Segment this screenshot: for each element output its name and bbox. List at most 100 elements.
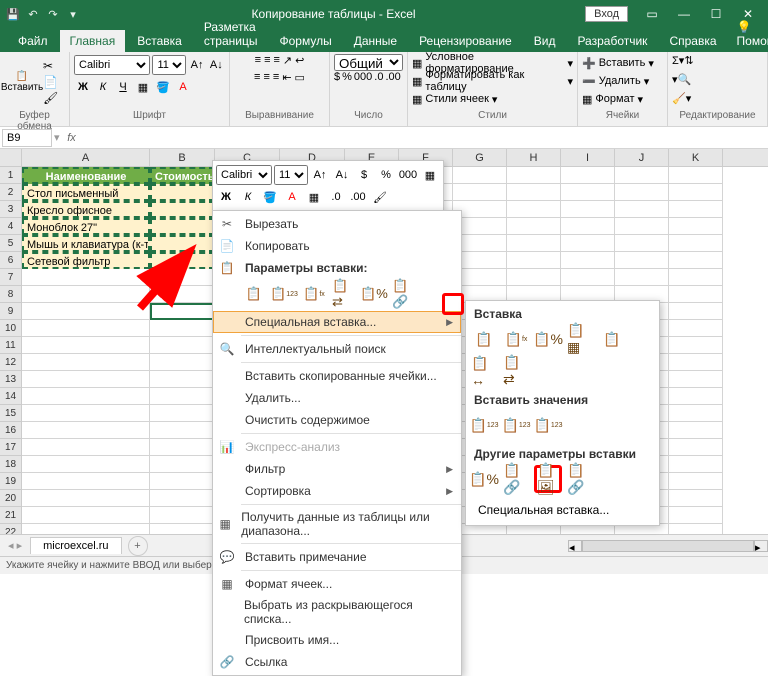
row-header[interactable]: 1	[0, 167, 22, 184]
paste-values-icon[interactable]: 📋123	[271, 281, 297, 307]
cell[interactable]	[561, 167, 615, 184]
cell[interactable]: Моноблок 27"	[22, 218, 150, 235]
font-name-select[interactable]: Calibri	[74, 55, 150, 75]
cell[interactable]	[150, 337, 215, 354]
tab-developer[interactable]: Разработчик	[567, 30, 657, 52]
decrease-decimal-icon[interactable]: .00	[385, 71, 400, 88]
paste-link-icon[interactable]: 📋🔗	[391, 281, 417, 307]
delete-cells[interactable]: ➖ Удалить ▾	[582, 72, 663, 90]
menu-insert-comment[interactable]: 💬Вставить примечание	[213, 546, 461, 568]
cell[interactable]: Наименование	[22, 167, 150, 184]
mini-font-select[interactable]: Calibri	[216, 165, 272, 185]
align-top-icon[interactable]: ≡	[255, 54, 261, 71]
hscroll-left[interactable]: ◂	[568, 540, 582, 552]
cell[interactable]	[22, 303, 150, 320]
bold-button[interactable]: Ж	[74, 78, 92, 96]
tab-review[interactable]: Рецензирование	[409, 30, 522, 52]
cell[interactable]	[561, 269, 615, 286]
cell[interactable]	[150, 303, 215, 320]
tab-data[interactable]: Данные	[344, 30, 407, 52]
cell[interactable]	[615, 252, 669, 269]
cell[interactable]	[669, 320, 723, 337]
format-cells-menu[interactable]: ▦ Формат ▾	[582, 90, 663, 108]
row-header[interactable]: 6	[0, 252, 22, 269]
cell[interactable]	[507, 201, 561, 218]
cell[interactable]: Сетевой фильтр	[22, 252, 150, 269]
sub-paste-column-width-icon[interactable]: 📋↔	[470, 357, 498, 385]
mini-currency-icon[interactable]: $	[354, 165, 374, 185]
row-header[interactable]: 10	[0, 320, 22, 337]
cell[interactable]	[150, 354, 215, 371]
merge-icon[interactable]: ▭	[295, 71, 305, 88]
hscroll-right[interactable]: ▸	[754, 540, 768, 552]
sub-paste-formulas-number-icon[interactable]: 📋%	[534, 325, 562, 353]
mini-bold-button[interactable]: Ж	[216, 187, 236, 207]
col-header-J[interactable]: J	[615, 149, 669, 166]
cell[interactable]	[150, 422, 215, 439]
minimize-icon[interactable]: —	[668, 0, 700, 28]
indent-left-icon[interactable]: ⇤	[282, 71, 291, 88]
sub-paste-formatting-icon[interactable]: 📋%	[470, 465, 498, 493]
sub-paste-values-source-icon[interactable]: 📋123	[534, 411, 562, 439]
cell[interactable]	[669, 388, 723, 405]
cell[interactable]	[150, 218, 215, 235]
mini-fill-color-icon[interactable]: 🪣	[260, 187, 280, 207]
tell-me[interactable]: 💡 Помощ...	[731, 16, 768, 52]
number-format-select[interactable]: Общий	[334, 54, 403, 71]
row-header[interactable]: 19	[0, 473, 22, 490]
menu-define-name[interactable]: Присвоить имя...	[213, 629, 461, 651]
clear-icon[interactable]: 🧹▾	[672, 92, 691, 109]
cell[interactable]	[22, 320, 150, 337]
menu-format-cells[interactable]: ▦Формат ячеек...	[213, 573, 461, 595]
cell[interactable]	[669, 456, 723, 473]
cell[interactable]	[22, 507, 150, 524]
sub-paste-values-number-icon[interactable]: 📋123	[502, 411, 530, 439]
cut-icon[interactable]: ✂	[43, 59, 58, 73]
cell[interactable]	[150, 439, 215, 456]
col-header-K[interactable]: K	[669, 149, 723, 166]
underline-button[interactable]: Ч	[114, 78, 132, 96]
tab-home[interactable]: Главная	[60, 30, 126, 52]
paste-formulas-icon[interactable]: 📋fx	[301, 281, 327, 307]
row-header[interactable]: 5	[0, 235, 22, 252]
cell[interactable]	[22, 422, 150, 439]
row-header[interactable]: 20	[0, 490, 22, 507]
cell[interactable]	[150, 184, 215, 201]
align-middle-icon[interactable]: ≡	[264, 54, 270, 71]
cell[interactable]	[669, 405, 723, 422]
align-left-icon[interactable]: ≡	[254, 71, 260, 88]
col-header-H[interactable]: H	[507, 149, 561, 166]
cell[interactable]	[615, 201, 669, 218]
tab-insert[interactable]: Вставка	[127, 30, 192, 52]
mini-italic-button[interactable]: К	[238, 187, 258, 207]
mini-border-icon[interactable]: ▦	[420, 165, 440, 185]
cell[interactable]	[453, 167, 507, 184]
cell[interactable]	[150, 235, 215, 252]
increase-decimal-icon[interactable]: .0	[374, 71, 383, 88]
cell[interactable]	[22, 269, 150, 286]
sub-paste-picture-icon[interactable]: 📋🖼	[534, 465, 562, 493]
cell[interactable]	[669, 201, 723, 218]
row-header[interactable]: 14	[0, 388, 22, 405]
sheet-tab[interactable]: microexcel.ru	[30, 537, 121, 554]
currency-icon[interactable]: $	[334, 71, 340, 88]
cell[interactable]	[22, 405, 150, 422]
find-icon[interactable]: 🔍	[678, 73, 692, 90]
menu-dropdown-list[interactable]: Выбрать из раскрывающегося списка...	[213, 595, 461, 629]
menu-smart-lookup[interactable]: 🔍Интеллектуальный поиск	[213, 338, 461, 360]
cell[interactable]	[507, 167, 561, 184]
cell[interactable]	[150, 507, 215, 524]
format-as-table[interactable]: ▦ Форматировать как таблицу ▾	[412, 72, 573, 90]
mini-shrink-font-icon[interactable]: A↓	[332, 165, 352, 185]
paste-formatting-icon[interactable]: 📋%	[361, 281, 387, 307]
cell[interactable]	[507, 218, 561, 235]
cell[interactable]	[150, 269, 215, 286]
mini-font-color-icon[interactable]: A	[282, 187, 302, 207]
menu-paste-special[interactable]: Специальная вставка...▶	[213, 311, 461, 333]
cell[interactable]	[669, 235, 723, 252]
wrap-text-icon[interactable]: ↩	[295, 54, 304, 71]
cell[interactable]	[150, 456, 215, 473]
cell[interactable]	[669, 337, 723, 354]
insert-cells[interactable]: ➕ Вставить ▾	[582, 54, 663, 72]
mini-format-painter-icon[interactable]: 🖌	[370, 187, 390, 207]
